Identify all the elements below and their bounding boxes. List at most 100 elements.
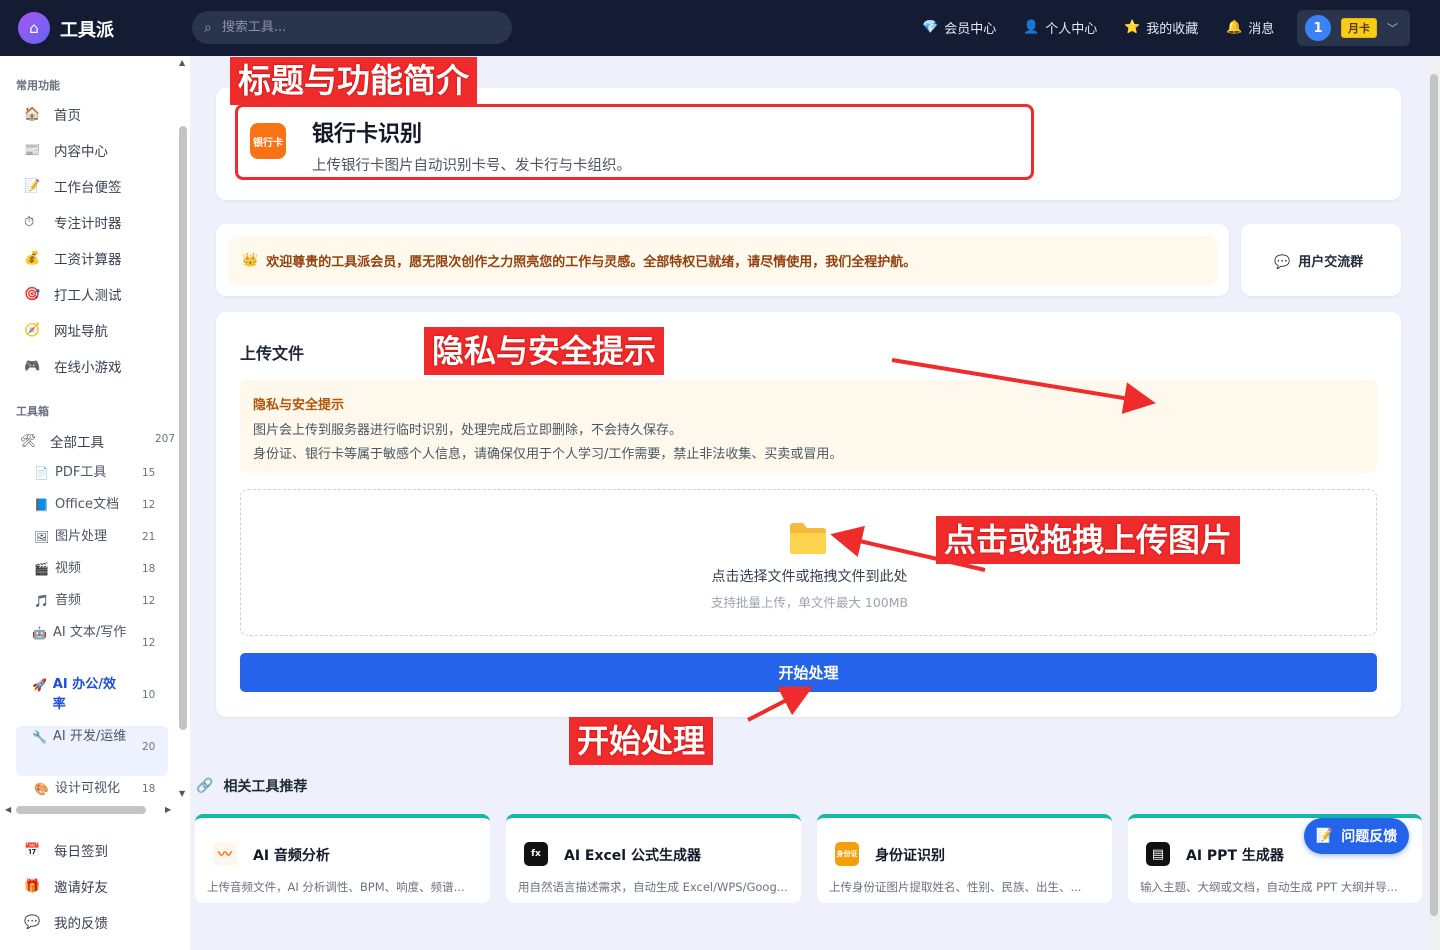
sidebar-item-salary[interactable]: 💰 工资计算器 (24, 248, 122, 269)
memo-icon: 📝 (1315, 828, 1334, 844)
nav-member-center[interactable]: 💎 会员中心 (922, 18, 996, 37)
sidebar-item-notes[interactable]: 📝 工作台便签 (24, 176, 122, 197)
image-icon: 🖼 (34, 530, 50, 544)
money-bag-icon: 💰 (24, 250, 41, 266)
welcome-banner: 👑 欢迎尊贵的工具派会员，愿无限次创作之力照亮您的工作与灵感。全部特权已就绪，请尽… (228, 236, 1217, 285)
newspaper-icon: 📰 (24, 142, 41, 158)
annotation-highlight-box (235, 104, 1034, 180)
sidebar-item-invite[interactable]: 🎁 邀请好友 (24, 876, 108, 897)
sidebar-item-image[interactable]: 🖼 图片处理 (34, 527, 154, 547)
count-badge: 21 (142, 531, 156, 543)
sidebar-section-common: 常用功能 (16, 79, 60, 92)
memo-icon: 📝 (24, 178, 41, 194)
nav-favorites[interactable]: ⭐ 我的收藏 (1124, 18, 1198, 37)
chat-icon: 💬 (24, 914, 41, 930)
sidebar: 常用功能 🏠 首页 📰 内容中心 📝 工作台便签 ⏱ 专注计时器 💰 工资计算器 🎯 打工人… (0, 56, 190, 950)
crown-icon: 👑 (242, 253, 259, 268)
diamond-icon: 💎 (922, 20, 939, 35)
sidebar-item-video[interactable]: 🎬 视频 (34, 559, 154, 579)
target-icon: 🎯 (24, 286, 41, 302)
formula-icon: fx (524, 842, 548, 866)
feedback-button[interactable]: 📝 问题反馈 (1304, 818, 1409, 854)
sidebar-item-games[interactable]: 🎮 在线小游戏 (24, 356, 122, 377)
sidebar-item-pdf[interactable]: 📄 PDF工具 (34, 463, 154, 483)
privacy-notice: 隐私与安全提示 图片会上传到服务器进行临时识别，处理完成后立即删除，不会持久保存… (240, 380, 1377, 473)
related-tool-card[interactable]: 〰 AI 音频分析 上传音频文件，AI 分析调性、BPM、响度、频谱... (195, 814, 490, 903)
brand-name[interactable]: 工具派 (60, 16, 114, 42)
scroll-right-icon[interactable]: ▶ (165, 805, 171, 814)
nav-messages[interactable]: 🔔 消息 (1226, 18, 1274, 37)
chevron-down-icon[interactable]: ﹀ (1387, 20, 1398, 36)
clapper-icon: 🎬 (34, 562, 49, 576)
count-badge: 18 (142, 563, 156, 575)
scroll-down-icon[interactable]: ▼ (179, 789, 185, 798)
sidebar-item-nav[interactable]: 🧭 网址导航 (24, 320, 108, 341)
scroll-left-icon[interactable]: ◀ (5, 805, 11, 814)
gamepad-icon: 🎮 (24, 358, 41, 374)
count-badge: 10 (142, 689, 156, 701)
sidebar-item-test[interactable]: 🎯 打工人测试 (24, 284, 122, 305)
tools-icon: 🛠 (20, 433, 37, 449)
annotation-label: 隐私与安全提示 (424, 327, 665, 375)
related-tool-card[interactable]: 身份证 身份证识别 上传身份证图片提取姓名、性别、民族、出生、... (817, 814, 1112, 903)
sidebar-item-all-tools[interactable]: 🛠 全部工具 (20, 431, 104, 452)
compass-icon: 🧭 (24, 322, 41, 338)
sidebar-item-timer[interactable]: ⏱ 专注计时器 (24, 212, 122, 233)
music-icon: 🎵 (34, 594, 49, 608)
sidebar-item-ai-writing[interactable]: 🤖 AI 文本/写作 (32, 623, 128, 643)
top-bar: ⌂ 工具派 ⌕ 💎会员中心 👤个人中心 ⭐我的收藏 🔔消息 1 月卡 ﹀ (0, 0, 1440, 56)
dropzone-main-text: 点击选择文件或拖拽文件到此处 (711, 569, 908, 585)
stopwatch-icon: ⏱ (24, 214, 35, 230)
chat-icon: 💬 (1274, 255, 1291, 270)
start-process-button[interactable]: 开始处理 (240, 653, 1377, 692)
sidebar-horizontal-scrollbar[interactable] (16, 806, 146, 814)
page-scrollbar[interactable] (1428, 56, 1440, 950)
bell-icon: 🔔 (1226, 20, 1243, 35)
sidebar-section-toolbox: 工具箱 (16, 405, 49, 418)
sidebar-item-design[interactable]: 🎨 设计可视化 (34, 779, 154, 799)
robot-icon: 🤖 (32, 626, 47, 640)
user-group-button[interactable]: 💬 用户交流群 (1274, 251, 1363, 270)
sidebar-item-content[interactable]: 📰 内容中心 (24, 140, 108, 161)
sidebar-item-ai-office[interactable]: 🚀 AI 办公/效率 (32, 675, 128, 715)
sidebar-item-ai-dev[interactable]: 🔧 AI 开发/运维 (32, 727, 128, 747)
presentation-icon: ▤ (1146, 842, 1170, 866)
home-icon: 🏠 (24, 106, 41, 122)
star-icon: ⭐ (1124, 20, 1141, 35)
sidebar-item-office[interactable]: 📘 Office文档 (34, 495, 154, 515)
sidebar-item-audio[interactable]: 🎵 音频 (34, 591, 154, 611)
sidebar-vertical-scrollbar[interactable] (179, 126, 187, 730)
upload-title: 上传文件 (240, 344, 305, 363)
page-scroll-thumb[interactable] (1430, 74, 1438, 916)
dropzone-sub-text: 支持批量上传，单文件最大 100MB (710, 595, 909, 610)
annotation-label: 标题与功能简介 (230, 57, 477, 105)
search-input[interactable] (221, 20, 482, 35)
sidebar-item-feedback[interactable]: 💬 我的反馈 (24, 912, 108, 933)
avatar[interactable]: 1 (1305, 15, 1331, 41)
scroll-up-icon[interactable]: ▲ (179, 58, 185, 67)
sidebar-item-checkin[interactable]: 📅 每日签到 (24, 840, 108, 861)
privacy-title: 隐私与安全提示 (253, 398, 345, 413)
count-badge: 12 (142, 637, 156, 649)
toolbox-icon[interactable]: ⌂ (18, 12, 50, 44)
search-box[interactable]: ⌕ (192, 11, 512, 44)
link-icon: 🔗 (196, 778, 214, 794)
rocket-icon: 🚀 (32, 678, 47, 692)
user-menu[interactable]: 1 月卡 ﹀ (1297, 10, 1410, 46)
related-tool-card[interactable]: fx AI Excel 公式生成器 用自然语言描述需求，自动生成 Excel/W… (506, 814, 801, 903)
id-card-icon: 身份证 (835, 842, 859, 866)
calendar-icon: 📅 (24, 842, 41, 858)
nav-profile[interactable]: 👤 个人中心 (1023, 18, 1097, 37)
related-tools-title: 🔗 相关工具推荐 (196, 778, 308, 795)
count-badge: 20 (142, 741, 156, 753)
sidebar-item-home[interactable]: 🏠 首页 (24, 104, 81, 125)
palette-icon: 🎨 (34, 782, 49, 796)
count-badge: 18 (142, 783, 156, 795)
folder-icon (790, 523, 826, 554)
gift-icon: 🎁 (24, 878, 41, 894)
annotation-label: 开始处理 (569, 717, 714, 765)
privacy-line: 身份证、银行卡等属于敏感个人信息，请确保仅用于个人学习/工作需要，禁止非法收集、… (253, 447, 843, 462)
waveform-icon: 〰 (213, 842, 237, 866)
pdf-icon: 📄 (34, 466, 49, 480)
count-badge: 15 (142, 467, 156, 479)
